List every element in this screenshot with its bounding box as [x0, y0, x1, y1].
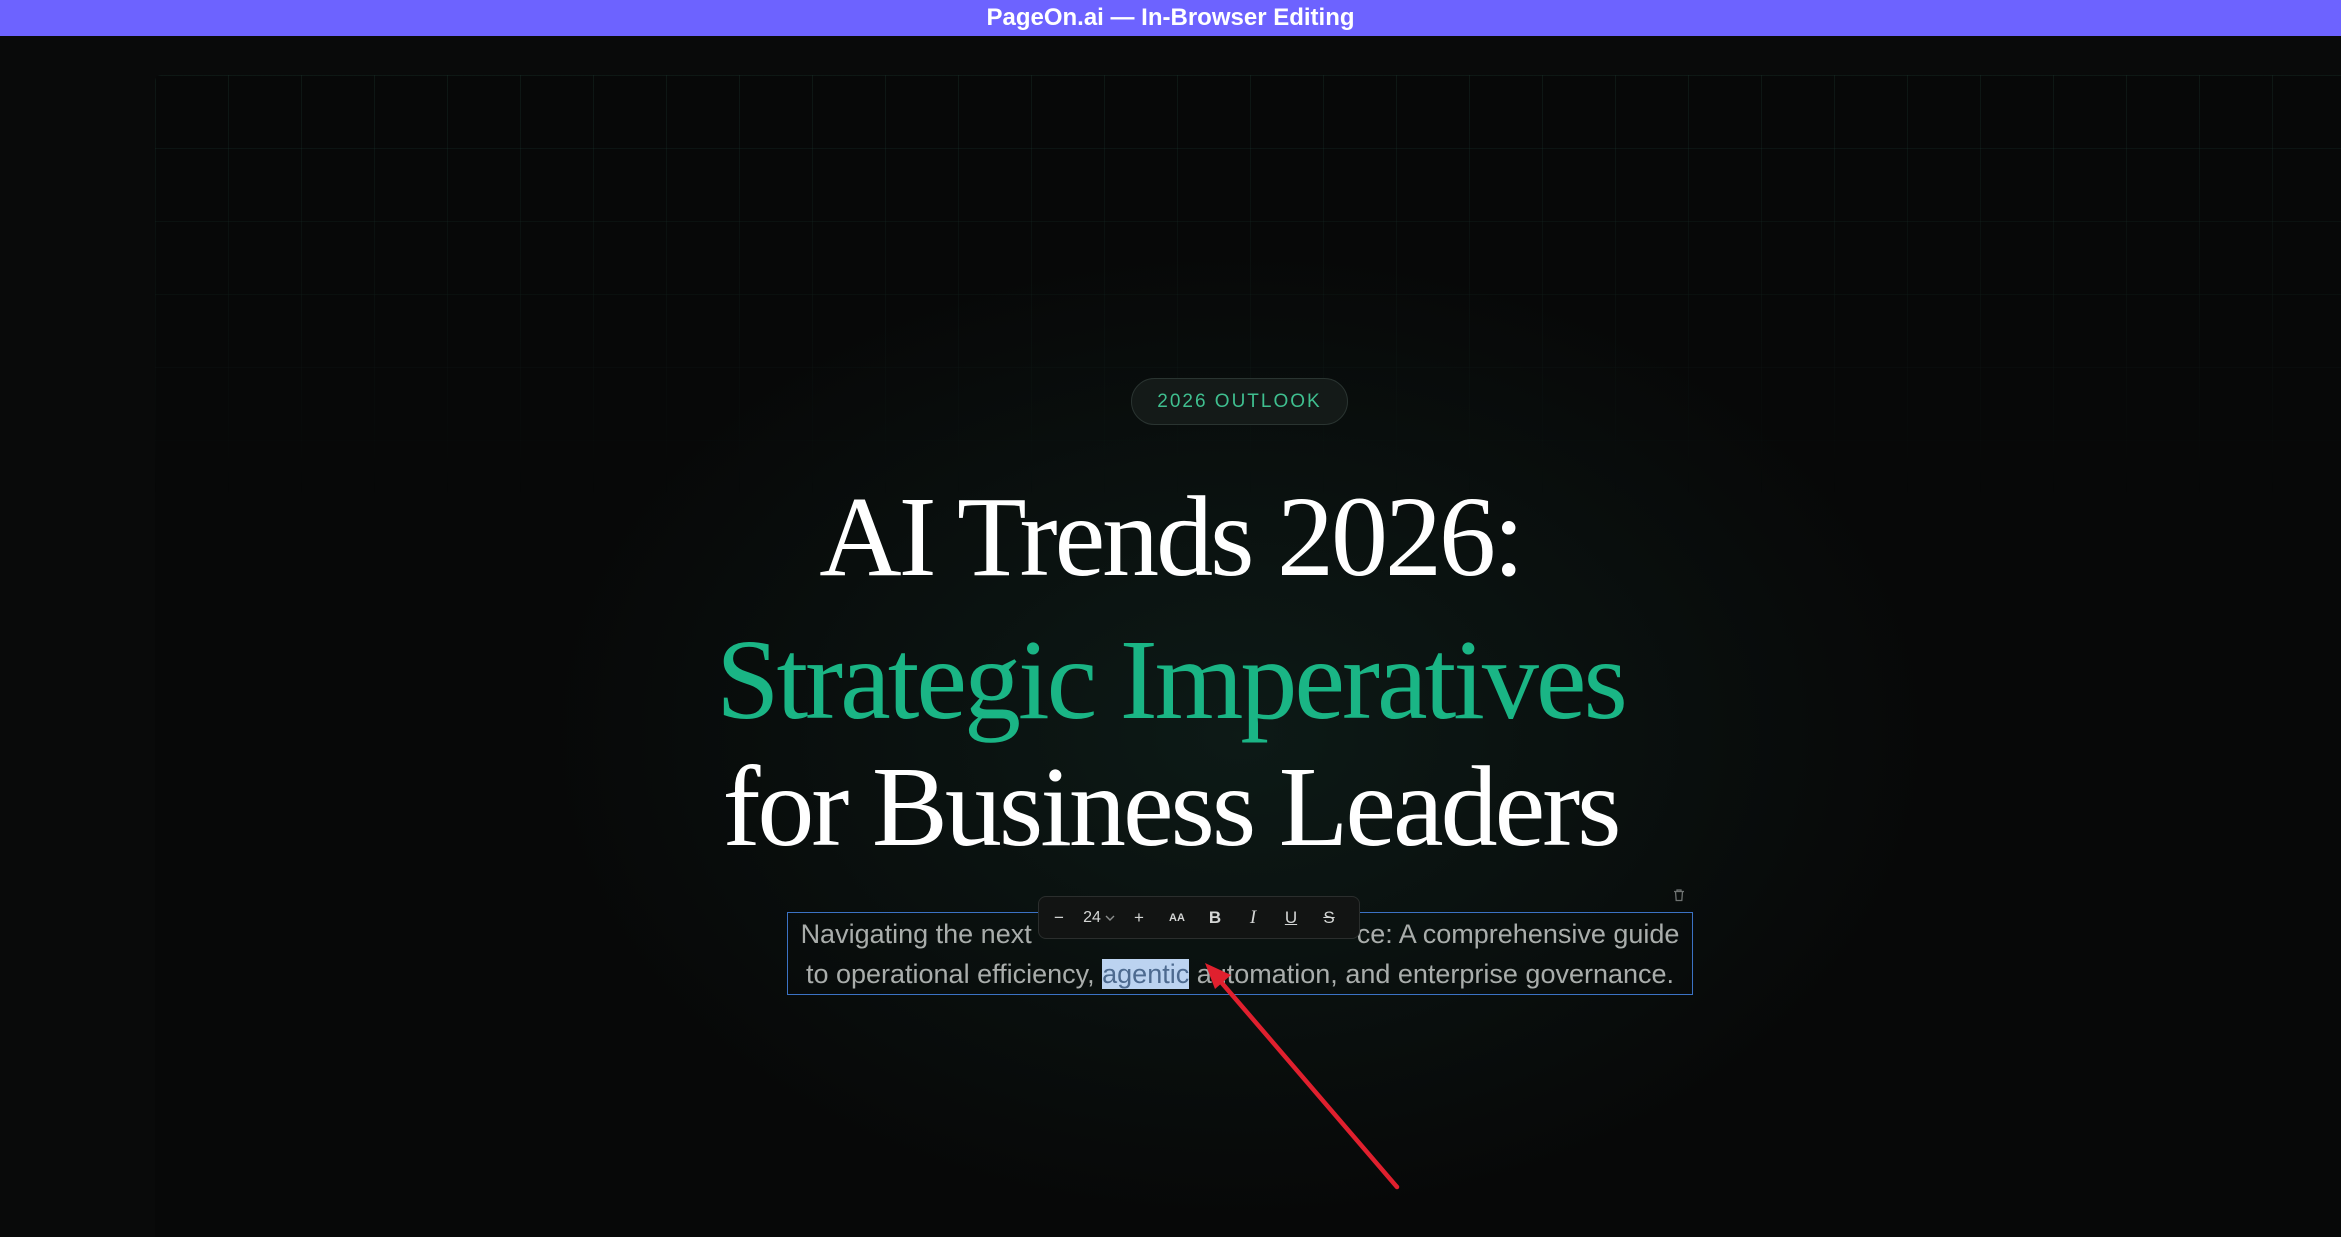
- subtitle-line2-after: automation, and enterprise governance.: [1189, 959, 1675, 989]
- chevron-down-icon: [1105, 915, 1115, 921]
- font-size-value: 24: [1083, 908, 1101, 926]
- title-line-2[interactable]: Strategic Imperatives: [0, 623, 2341, 737]
- subtitle-line1-end: ce: A comprehensive guide: [1356, 919, 1680, 949]
- subtitle-line1-start: Navigating the next: [800, 919, 1032, 949]
- selected-text[interactable]: agentic: [1102, 959, 1190, 989]
- bold-button[interactable]: B: [1201, 903, 1229, 933]
- window-title-bar: PageOn.ai — In-Browser Editing: [0, 0, 2341, 36]
- trash-icon: [1674, 889, 1684, 902]
- font-size-select[interactable]: 24: [1073, 903, 1125, 933]
- text-case-button[interactable]: AA: [1163, 903, 1191, 933]
- strikethrough-button[interactable]: S: [1315, 903, 1343, 933]
- decrease-font-button[interactable]: −: [1045, 903, 1073, 933]
- badge-label: 2026 OUTLOOK: [1157, 390, 1322, 412]
- text-format-toolbar: − 24 + AA B I U S: [1038, 896, 1360, 939]
- title-line-1[interactable]: AI Trends 2026:: [0, 480, 2341, 594]
- outlook-badge[interactable]: 2026 OUTLOOK: [1131, 378, 1348, 425]
- subtitle-line-2: to operational efficiency, agentic autom…: [788, 954, 1692, 994]
- italic-button[interactable]: I: [1239, 903, 1267, 933]
- underline-button[interactable]: U: [1277, 903, 1305, 933]
- grid-background: [155, 75, 2341, 495]
- subtitle-line2-before: to operational efficiency,: [805, 959, 1103, 989]
- window-title: PageOn.ai — In-Browser Editing: [986, 4, 1355, 31]
- increase-font-button[interactable]: +: [1125, 903, 1153, 933]
- title-line-3[interactable]: for Business Leaders: [0, 750, 2341, 864]
- delete-element-button[interactable]: [1670, 886, 1688, 904]
